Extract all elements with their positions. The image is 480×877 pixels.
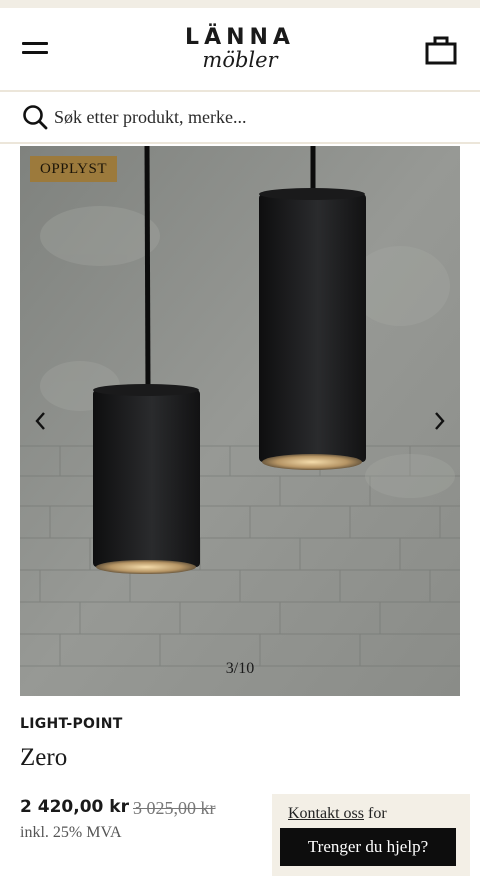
shopping-bag-icon[interactable] [424, 32, 458, 66]
search-icon[interactable] [22, 104, 48, 130]
top-strip [0, 0, 480, 8]
gallery-counter: 3/10 [225, 660, 255, 677]
logo-brand: LÄNNA [185, 25, 295, 50]
site-header: LÄNNA möbler [0, 8, 480, 92]
chevron-right-icon[interactable] [428, 406, 452, 436]
help-button[interactable]: Trenger du hjelp? [280, 828, 456, 866]
product-title: Zero [20, 744, 68, 771]
contact-link[interactable]: Kontakt oss [288, 805, 364, 822]
opplyst-badge: OPPLYST [30, 156, 118, 182]
product-brand[interactable]: LIGHT-POINT [20, 716, 123, 732]
product-image [20, 146, 460, 696]
site-logo[interactable]: LÄNNA möbler [140, 25, 340, 72]
search-input[interactable] [54, 102, 454, 132]
vat-note: inkl. 25% MVA [20, 824, 122, 841]
chevron-left-icon[interactable] [28, 406, 52, 436]
help-suffix: for [364, 805, 387, 822]
product-image-gallery[interactable]: OPPLYST 3/10 [20, 146, 460, 696]
hamburger-menu-icon[interactable] [22, 38, 50, 60]
help-widget: Kontakt oss for Trenger du hjelp? [272, 794, 470, 876]
search-bar [0, 92, 480, 144]
product-price: 2 420,00 kr [20, 797, 129, 817]
logo-subtitle: möbler [202, 48, 278, 72]
product-old-price: 3 025,00 kr [133, 798, 216, 818]
